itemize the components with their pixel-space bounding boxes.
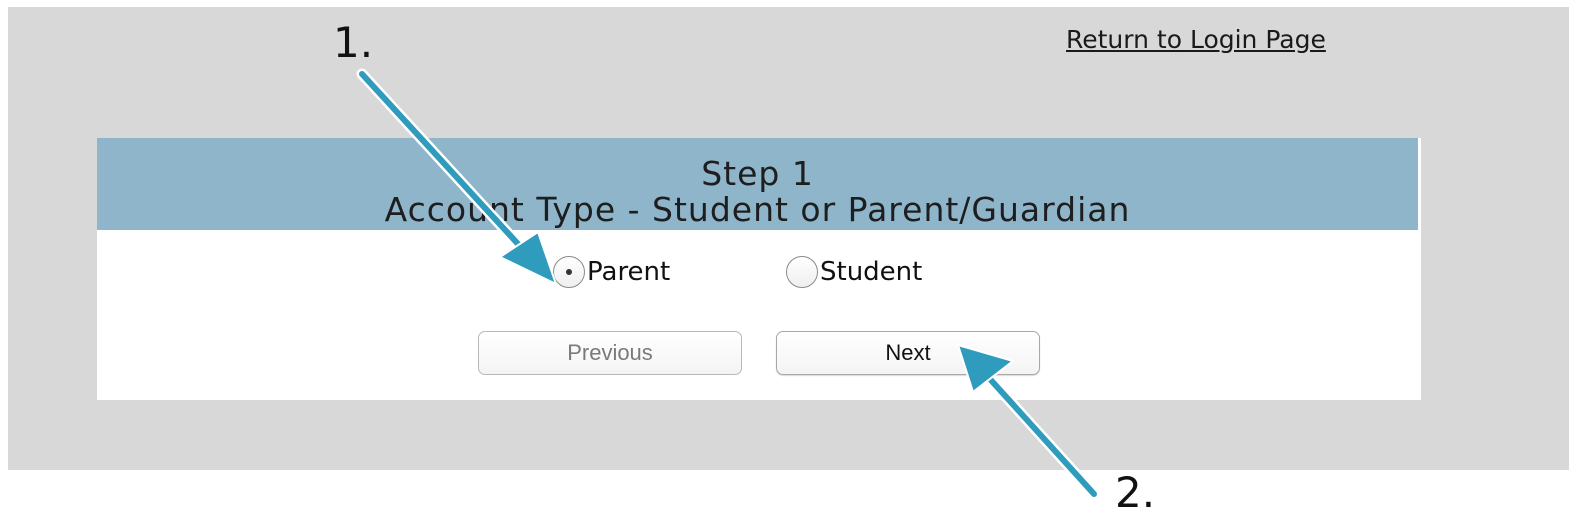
next-button[interactable]: Next xyxy=(776,331,1040,375)
previous-button[interactable]: Previous xyxy=(478,331,742,375)
parent-radio-button[interactable] xyxy=(553,256,585,288)
account-type-radio-group: Parent Student xyxy=(97,252,1421,292)
callout-number-2: 2. xyxy=(1115,468,1156,517)
parent-radio-option[interactable]: Parent xyxy=(553,252,670,292)
student-radio-label: Student xyxy=(820,257,923,287)
step-title: Step 1 xyxy=(701,154,814,193)
step-subtitle: Account Type - Student or Parent/Guardia… xyxy=(384,190,1131,229)
parent-radio-label: Parent xyxy=(587,257,671,287)
student-radio-option[interactable]: Student xyxy=(786,252,922,292)
step-card: Step 1 Account Type - Student or Parent/… xyxy=(97,138,1421,400)
callout-number-1: 1. xyxy=(333,18,374,67)
student-radio-button[interactable] xyxy=(786,256,818,288)
step-header: Step 1 Account Type - Student or Parent/… xyxy=(97,138,1418,230)
return-to-login-link[interactable]: Return to Login Page xyxy=(1066,25,1326,54)
